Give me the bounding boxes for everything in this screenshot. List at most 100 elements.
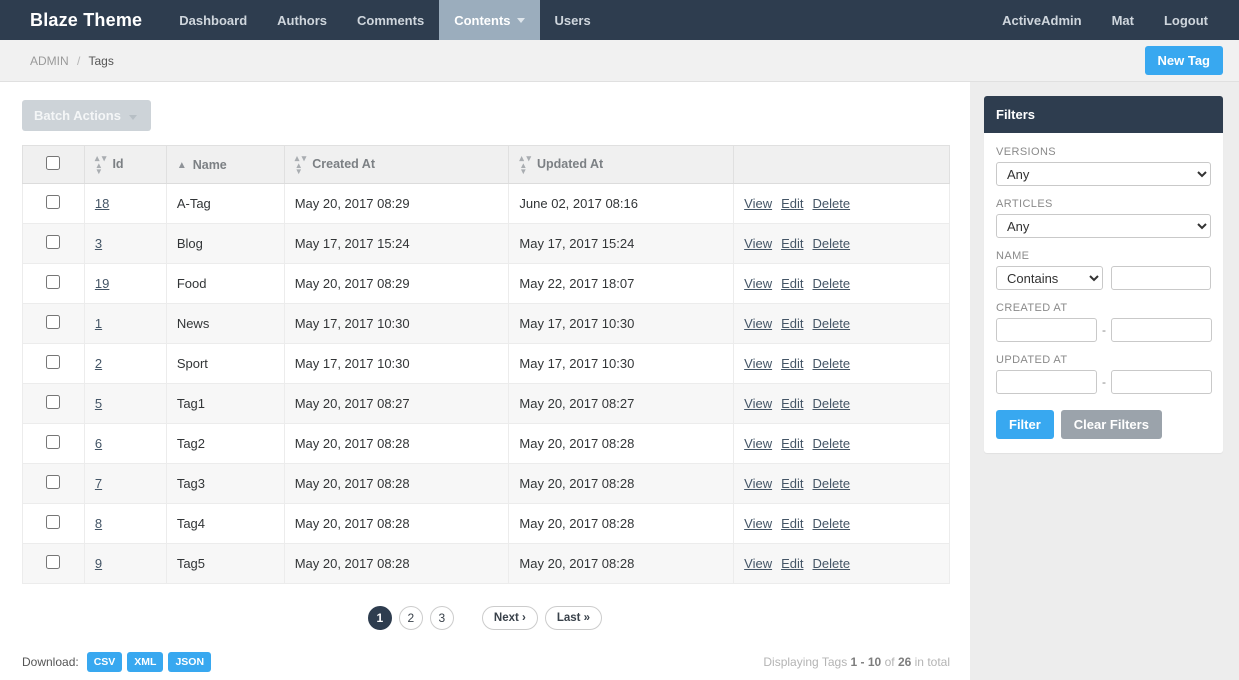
row-select-checkbox[interactable] [46,515,61,529]
nav-item-authors[interactable]: Authors [262,0,342,40]
view-link[interactable]: View [744,276,772,291]
row-select-checkbox[interactable] [46,555,61,569]
row-select-checkbox[interactable] [46,195,61,209]
view-link[interactable]: View [744,516,772,531]
filter-updated-at-from-input[interactable] [996,370,1097,394]
delete-link[interactable]: Delete [813,396,851,411]
delete-link[interactable]: Delete [813,316,851,331]
cell-name: Tag4 [165,503,285,544]
row-id-link[interactable]: 19 [95,276,109,291]
download-links: CSV XML JSON [86,652,216,672]
row-select-checkbox[interactable] [46,235,61,249]
download-json-button[interactable]: JSON [168,652,212,672]
delete-link[interactable]: Delete [813,356,851,371]
new-tag-button[interactable]: New Tag [1144,46,1223,75]
status-prefix: Displaying Tags [763,655,848,669]
edit-link[interactable]: Edit [781,516,803,531]
filter-versions-select[interactable]: Any [996,162,1211,186]
row-id-link[interactable]: 18 [95,196,109,211]
pagination-page-3[interactable]: 3 [429,606,454,630]
table-header-row: ▲▼ Id ▲ Name ▲▼ Created At ▲▼ Updated At [22,145,950,184]
pagination-next-button[interactable]: Next › [481,606,538,630]
row-id-link[interactable]: 9 [95,556,102,571]
delete-link[interactable]: Delete [813,276,851,291]
cell-updated-at: May 20, 2017 08:28 [508,423,735,464]
column-header-created-at[interactable]: ▲▼ Created At [283,145,510,184]
breadcrumb-admin[interactable]: ADMIN [30,54,69,68]
cell-created-at: May 17, 2017 10:30 [283,303,510,344]
delete-link[interactable]: Delete [813,556,851,571]
download-csv-button[interactable]: CSV [86,652,123,672]
cell-id: 1 [83,303,167,344]
pagination-last-button[interactable]: Last » [544,606,603,630]
row-select-checkbox[interactable] [46,395,61,409]
row-select-checkbox[interactable] [46,275,61,289]
view-link[interactable]: View [744,316,772,331]
view-link[interactable]: View [744,196,772,211]
pagination-page-2[interactable]: 2 [398,606,423,630]
edit-link[interactable]: Edit [781,276,803,291]
utility-nav-item-logout[interactable]: Logout [1149,0,1223,40]
edit-link[interactable]: Edit [781,356,803,371]
row-id-link[interactable]: 5 [95,396,102,411]
view-link[interactable]: View [744,556,772,571]
column-header-select-all [22,145,85,184]
view-link[interactable]: View [744,396,772,411]
nav-item-dashboard[interactable]: Dashboard [164,0,262,40]
filter-submit-button[interactable]: Filter [996,410,1054,439]
batch-actions-dropdown[interactable]: Batch Actions [22,100,151,131]
edit-link[interactable]: Edit [781,476,803,491]
cell-name: News [165,303,285,344]
cell-created-at: May 20, 2017 08:28 [283,543,510,584]
cell-row-actions: View Edit Delete [733,503,950,544]
download-xml-button[interactable]: XML [127,652,164,672]
row-select-checkbox[interactable] [46,355,61,369]
nav-item-users[interactable]: Users [540,0,606,40]
delete-link[interactable]: Delete [813,516,851,531]
delete-link[interactable]: Delete [813,236,851,251]
column-header-name[interactable]: ▲ Name [165,145,285,184]
action-items: New Tag [1144,46,1223,75]
row-id-link[interactable]: 7 [95,476,102,491]
filter-name-operator-select[interactable]: Contains [996,266,1103,290]
delete-link[interactable]: Delete [813,196,851,211]
table-row: 19 Food May 20, 2017 08:29 May 22, 2017 18:… [22,263,950,304]
edit-link[interactable]: Edit [781,316,803,331]
nav-item-label: Comments [357,12,425,28]
column-header-updated-at[interactable]: ▲▼ Updated At [508,145,735,184]
row-id-link[interactable]: 6 [95,436,102,451]
view-link[interactable]: View [744,356,772,371]
edit-link[interactable]: Edit [781,236,803,251]
delete-link[interactable]: Delete [813,476,851,491]
edit-link[interactable]: Edit [781,436,803,451]
utility-nav-item-activeadmin[interactable]: ActiveAdmin [987,0,1096,40]
view-link[interactable]: View [744,236,772,251]
column-header-id[interactable]: ▲▼ Id [83,145,167,184]
row-id-link[interactable]: 2 [95,356,102,371]
edit-link[interactable]: Edit [781,556,803,571]
filter-updated-at-to-input[interactable] [1111,370,1212,394]
pagination-page-1[interactable]: 1 [367,606,392,630]
row-select-checkbox[interactable] [46,475,61,489]
row-id-link[interactable]: 3 [95,236,102,251]
filter-created-at-to-input[interactable] [1111,318,1212,342]
row-id-link[interactable]: 8 [95,516,102,531]
row-select-checkbox[interactable] [46,315,61,329]
table-row: 7 Tag3 May 20, 2017 08:28 May 20, 2017 08:2… [22,463,950,504]
delete-link[interactable]: Delete [813,436,851,451]
filter-created-at-from-input[interactable] [996,318,1097,342]
row-select-checkbox[interactable] [46,435,61,449]
utility-nav-item-mat[interactable]: Mat [1097,0,1149,40]
filters-panel-title: Filters [984,96,1223,133]
view-link[interactable]: View [744,436,772,451]
filter-name-input[interactable] [1111,266,1211,290]
view-link[interactable]: View [744,476,772,491]
nav-item-comments[interactable]: Comments [342,0,439,40]
edit-link[interactable]: Edit [781,196,803,211]
row-id-link[interactable]: 1 [95,316,102,331]
clear-filters-button[interactable]: Clear Filters [1060,410,1162,439]
select-all-checkbox[interactable] [46,156,61,170]
nav-item-contents[interactable]: Contents [439,0,540,40]
edit-link[interactable]: Edit [781,396,803,411]
filter-articles-select[interactable]: Any [996,214,1211,238]
